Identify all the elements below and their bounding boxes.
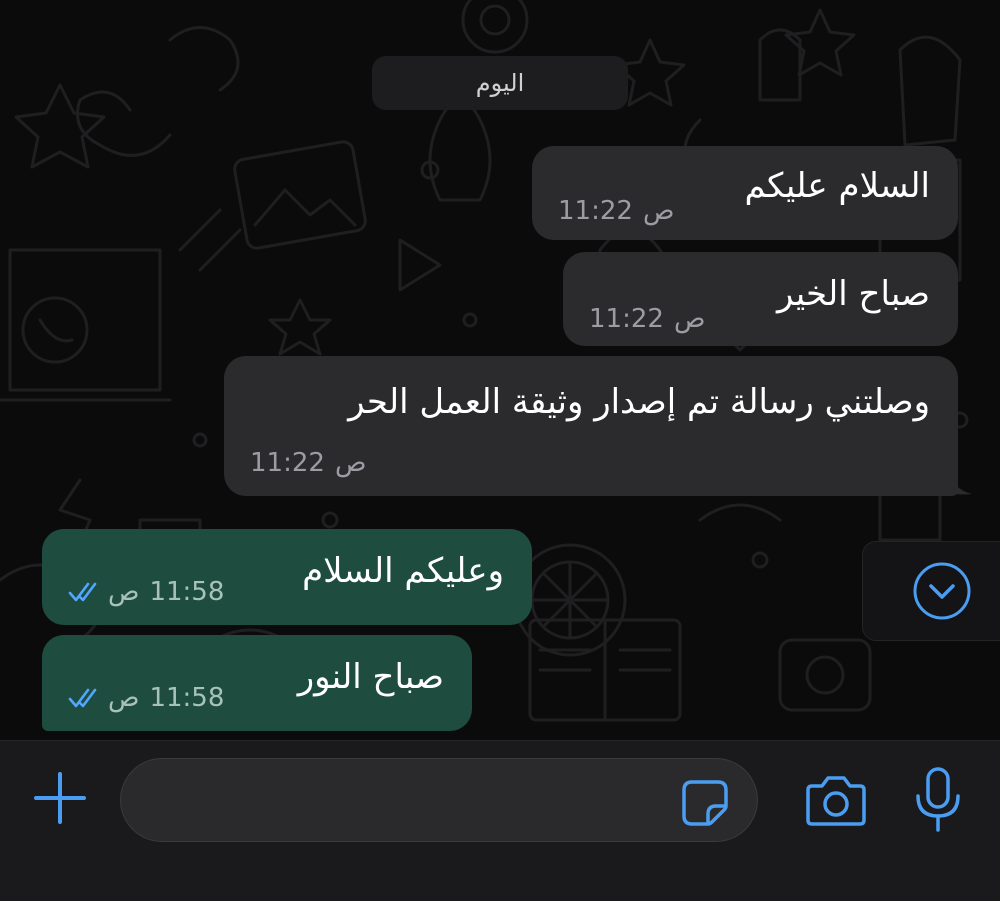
message-text: صباح النور (297, 657, 444, 697)
message-timestamp: 11:22 ص (250, 448, 366, 478)
incoming-message[interactable]: صباح الخير 11:22 ص (563, 252, 958, 346)
message-ampm: ص (642, 196, 675, 226)
plus-icon[interactable] (32, 770, 88, 826)
double-check-icon (68, 582, 97, 602)
message-text: وعليكم السلام (302, 551, 504, 591)
message-text: وصلتني رسالة تم إصدار وثيقة العمل الحر (348, 382, 930, 422)
message-time: 11:58 (149, 577, 225, 607)
chevron-down-circle-icon (913, 562, 971, 620)
message-text: صباح الخير (776, 274, 930, 314)
message-ampm: ص (334, 448, 367, 478)
message-time: 11:58 (149, 683, 225, 713)
camera-icon[interactable] (804, 770, 868, 830)
bubble-tail (944, 468, 972, 495)
date-divider-label: اليوم (475, 69, 525, 97)
message-time: 11:22 (589, 304, 664, 334)
message-timestamp: ص 11:58 (68, 683, 224, 713)
incoming-message[interactable]: السلام عليكم 11:22 ص (532, 146, 958, 240)
outgoing-message[interactable]: صباح النور ص 11:58 (42, 635, 472, 731)
message-ampm: ص (108, 683, 140, 713)
date-divider: اليوم (372, 56, 628, 110)
double-check-icon (68, 688, 97, 708)
sticker-icon[interactable] (680, 778, 730, 828)
message-timestamp: ص 11:58 (68, 577, 224, 607)
message-text: السلام عليكم (744, 166, 931, 206)
incoming-message[interactable]: وصلتني رسالة تم إصدار وثيقة العمل الحر 1… (224, 356, 958, 496)
scroll-to-bottom-button[interactable] (862, 541, 1000, 641)
message-ampm: ص (673, 304, 706, 334)
message-time: 11:22 (558, 196, 633, 226)
microphone-icon[interactable] (910, 766, 966, 834)
message-input[interactable] (120, 758, 758, 842)
message-timestamp: 11:22 ص (589, 304, 705, 334)
message-time: 11:22 (250, 448, 325, 478)
message-ampm: ص (108, 577, 140, 607)
chat-screen: اليوم السلام عليكم 11:22 ص صباح الخير 11… (0, 0, 1000, 901)
message-timestamp: 11:22 ص (558, 196, 674, 226)
outgoing-message[interactable]: وعليكم السلام ص 11:58 (42, 529, 532, 625)
